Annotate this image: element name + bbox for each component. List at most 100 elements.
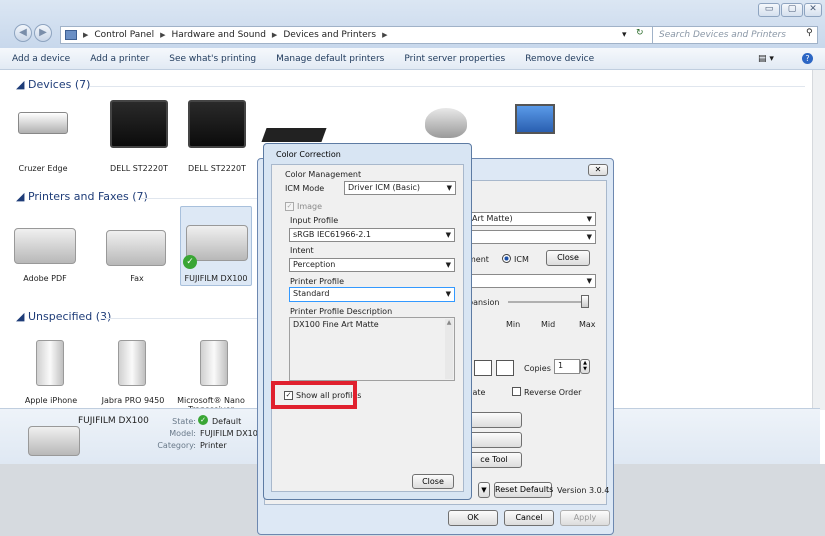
refresh-icon[interactable]: ↻ — [636, 28, 644, 38]
device-label: Jabra PRO 9450 — [101, 396, 165, 405]
device-label: Cruzer Edge — [18, 164, 68, 173]
profile-description-box: DX100 Fine Art Matte ▲ — [289, 317, 455, 381]
address-dropdown-icon[interactable]: ▾ — [622, 30, 627, 40]
copies-spinner[interactable]: ▲ ▼ — [580, 359, 590, 374]
version-label: Version 3.0.4 — [557, 486, 610, 495]
close-window-button[interactable]: ✕ — [804, 3, 822, 17]
image-checkbox[interactable]: ✓ — [285, 202, 294, 211]
color-close-button[interactable]: Close — [546, 250, 590, 266]
monitor-icon[interactable] — [110, 100, 168, 148]
paper-type-combo[interactable]: Art Matte) ▼ — [468, 212, 596, 226]
copies-label: Copies — [524, 364, 551, 373]
reset-defaults-button[interactable]: Reset Defaults — [494, 482, 553, 498]
command-bar: Add a device Add a printer See what's pr… — [0, 48, 825, 70]
details-state-value: Default — [212, 417, 242, 426]
see-printing-button[interactable]: See what's printing — [169, 54, 256, 64]
maximize-button[interactable]: ▢ — [781, 3, 803, 17]
device-label: Apple iPhone — [24, 396, 78, 405]
device-tower-icon[interactable] — [36, 340, 64, 386]
device-tool-button[interactable]: ce Tool — [466, 452, 522, 468]
printer-label: Fax — [130, 274, 144, 283]
mouse-icon[interactable] — [425, 108, 467, 138]
input-profile-label: Input Profile — [290, 216, 339, 225]
default-check-icon: ✓ — [198, 415, 208, 425]
details-category-value: Printer — [200, 441, 227, 450]
expansion-slider-thumb[interactable] — [581, 295, 589, 308]
expansion-slider-track[interactable] — [508, 301, 586, 303]
cancel-button[interactable]: Cancel — [504, 510, 554, 526]
printer-profile-combo[interactable]: Standard ▼ — [289, 287, 455, 302]
breadcrumb-control-panel[interactable]: Control Panel — [94, 30, 154, 40]
default-check-icon: ✓ — [183, 255, 197, 269]
breadcrumb-hardware-sound[interactable]: Hardware and Sound — [171, 30, 265, 40]
breadcrumb-devices-printers[interactable]: Devices and Printers — [283, 30, 376, 40]
color-correction-close-button[interactable]: Close — [412, 474, 454, 489]
monitor-icon[interactable] — [188, 100, 246, 148]
icm-mode-label: ICM Mode — [285, 184, 325, 193]
control-panel-icon — [65, 30, 77, 40]
keyboard-icon[interactable] — [261, 128, 327, 142]
print-server-properties-button[interactable]: Print server properties — [404, 54, 505, 64]
details-state-label: State: — [172, 417, 196, 426]
reverse-order-checkbox[interactable] — [512, 387, 521, 396]
search-input[interactable]: Search Devices and Printers — [652, 26, 818, 44]
expansion-mid-label: Mid — [541, 320, 556, 329]
add-device-button[interactable]: Add a device — [12, 54, 70, 64]
dialog-title: Color Correction — [276, 150, 341, 159]
details-category-label: Category: — [157, 441, 196, 450]
utility-button[interactable] — [466, 412, 522, 428]
back-button[interactable]: ◀ — [14, 24, 32, 42]
color-management-section: Color Management — [285, 170, 362, 179]
apply-button[interactable]: Apply — [560, 510, 610, 526]
view-options-icon[interactable]: ▤ ▾ — [758, 54, 774, 64]
printer-icon[interactable] — [14, 228, 76, 264]
device-tower-icon[interactable] — [118, 340, 146, 386]
profile-description-text: DX100 Fine Art Matte — [293, 320, 379, 329]
details-model-label: Model: — [169, 429, 196, 438]
remove-device-button[interactable]: Remove device — [525, 54, 594, 64]
collate-icon — [496, 360, 514, 376]
description-label: Printer Profile Description — [290, 307, 393, 316]
search-icon[interactable]: ⚲ — [806, 28, 813, 38]
copies-input[interactable]: 1 — [554, 359, 580, 374]
group-header-printers[interactable]: ◢ Printers and Faxes (7) — [16, 190, 148, 203]
icm-mode-combo[interactable]: Driver ICM (Basic) ▼ — [344, 181, 456, 195]
vertical-scrollbar[interactable] — [812, 70, 825, 410]
quality-combo[interactable]: ▼ — [468, 230, 596, 244]
forward-button[interactable]: ▶ — [34, 24, 52, 42]
fax-icon[interactable] — [106, 230, 166, 266]
device-tower-icon[interactable] — [200, 340, 228, 386]
device-label: Microsoft® Nano Transceiver — [177, 396, 245, 408]
input-profile-combo[interactable]: sRGB IEC61966-2.1 ▼ — [289, 228, 455, 242]
expansion-min-label: Min — [506, 320, 521, 329]
reverse-order-label: Reverse Order — [524, 388, 582, 397]
highlight-box — [271, 381, 357, 409]
expansion-max-label: Max — [579, 320, 596, 329]
minimize-button[interactable]: ▭ — [758, 3, 780, 17]
printer-icon — [186, 225, 248, 261]
description-scrollbar[interactable]: ▲ — [445, 319, 453, 379]
utility-button[interactable] — [466, 432, 522, 448]
group-header-unspecified[interactable]: ◢ Unspecified (3) — [16, 310, 111, 323]
printer-icon — [28, 426, 80, 456]
ok-button[interactable]: OK — [448, 510, 498, 526]
back-dialog-close-button[interactable]: ✕ — [588, 164, 608, 176]
manage-default-printers-button[interactable]: Manage default printers — [276, 54, 384, 64]
icm-radio[interactable] — [502, 254, 511, 263]
device-cruzer-edge[interactable] — [12, 102, 76, 146]
image-label: Image — [297, 202, 323, 211]
printer-profile-label: Printer Profile — [290, 277, 345, 286]
laptop-icon[interactable] — [515, 104, 555, 134]
intent-combo[interactable]: Perception ▼ — [289, 258, 455, 272]
details-name: FUJIFILM DX100 — [78, 416, 149, 426]
option-combo[interactable]: ▼ — [468, 274, 596, 288]
expansion-label: pansion — [468, 298, 500, 307]
address-bar[interactable]: ▶ Control Panel ▶ Hardware and Sound ▶ D… — [60, 26, 682, 44]
settings-dropdown-button[interactable]: ▼ — [478, 482, 490, 498]
add-printer-button[interactable]: Add a printer — [90, 54, 149, 64]
help-icon[interactable]: ? — [802, 53, 813, 64]
group-header-devices[interactable]: ◢ Devices (7) — [16, 78, 90, 91]
details-model-value: FUJIFILM DX100 — [200, 429, 263, 438]
device-label: DELL ST2220T — [110, 164, 168, 173]
device-label: DELL ST2220T — [188, 164, 246, 173]
